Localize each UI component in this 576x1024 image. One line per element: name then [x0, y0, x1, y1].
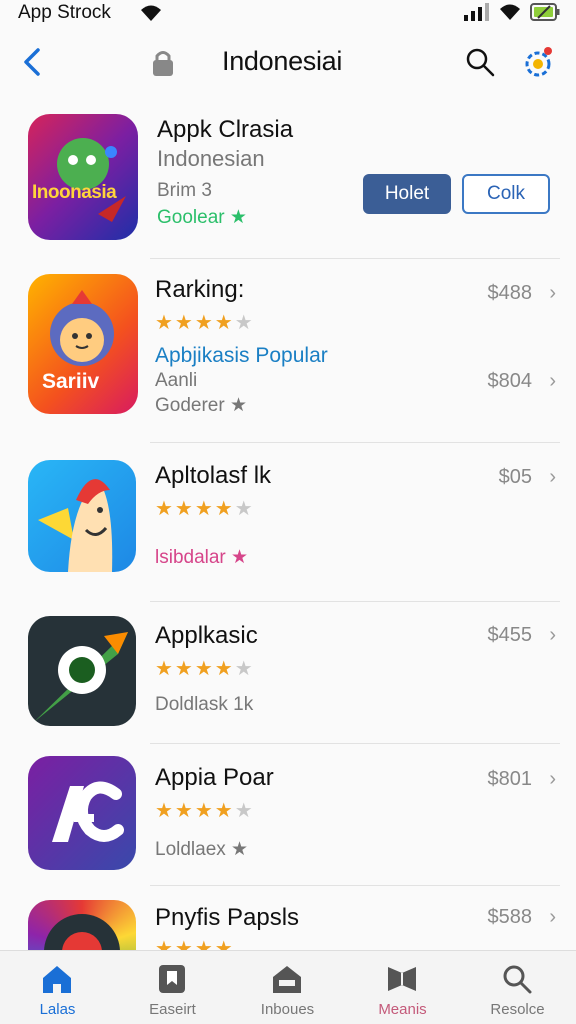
- app-title: Applkasic: [155, 622, 258, 649]
- app-title: Appia Poar: [155, 764, 274, 791]
- app-icon: [28, 756, 136, 870]
- wifi-icon: [498, 3, 522, 26]
- back-button[interactable]: [18, 44, 48, 80]
- tab-bar: Lalas Easeirt Inboues Meanis Resolce: [0, 950, 576, 1024]
- featured-app-tag: Goolear ★: [157, 207, 247, 228]
- app-developer: Aanli: [155, 370, 198, 391]
- chevron-right-icon: ›: [549, 282, 556, 304]
- app-price: $801: [487, 768, 533, 790]
- featured-app-subtitle: Indonesian: [157, 146, 265, 171]
- signal-icon: [464, 3, 490, 26]
- rating-stars: ★★★★★: [155, 312, 255, 334]
- featured-app[interactable]: Inoonasia Appk Clrasia Indonesian Brim 3…: [0, 108, 576, 258]
- list-item[interactable]: Apltolasf lk ★★★★★ lsibdalar ★ $05 ›: [0, 456, 576, 596]
- page-title: Indonesiai: [222, 46, 343, 76]
- app-icon: [28, 900, 136, 950]
- tab-search[interactable]: Resolce: [460, 951, 575, 1024]
- home-icon: [40, 963, 74, 1000]
- app-price: $488: [487, 282, 533, 304]
- navigation-bar: Indonesiai: [0, 34, 576, 90]
- tab-label: Meanis: [378, 1001, 427, 1018]
- get-button[interactable]: Holet: [363, 174, 451, 214]
- tab-label: Resolce: [490, 1001, 545, 1018]
- list-item[interactable]: Sariiv Rarking: ★★★★★ Apbjikasis Popular…: [0, 272, 576, 432]
- app-price: $05: [498, 466, 532, 488]
- app-category: Apbjikasis Popular: [155, 344, 328, 367]
- tab-inbox[interactable]: Inboues: [230, 951, 345, 1024]
- featured-app-meta: Brim 3: [157, 180, 212, 201]
- divider: [150, 743, 560, 744]
- search-button[interactable]: [464, 46, 496, 83]
- app-price-secondary: $804: [487, 370, 533, 392]
- chevron-right-icon: ›: [549, 466, 556, 488]
- lock-icon: [150, 48, 176, 83]
- rating-stars: ★★★★★: [155, 498, 255, 520]
- battery-icon: [530, 3, 560, 26]
- chevron-right-icon: ›: [549, 768, 556, 790]
- status-bar: App Strock: [0, 0, 576, 28]
- tab-label: Easeirt: [149, 1001, 196, 1018]
- tab-label: Lalas: [39, 1001, 76, 1018]
- app-title: Pnyfis Papsls: [155, 904, 300, 931]
- status-carrier: App Strock: [18, 2, 111, 23]
- open-button[interactable]: Colk: [462, 174, 550, 214]
- app-icon: [28, 460, 136, 572]
- settings-button[interactable]: [520, 44, 556, 85]
- tab-apps[interactable]: Easeirt: [115, 951, 230, 1024]
- app-category: lsibdalar ★: [155, 547, 249, 568]
- app-title: Rarking:: [155, 276, 245, 303]
- app-price: $588: [487, 906, 533, 928]
- list-item[interactable]: Appia Poar ★★★★★ Loldlaex ★ $801 ›: [0, 756, 576, 886]
- app-tag: Goderer ★: [155, 395, 248, 416]
- app-icon: [28, 616, 136, 726]
- chevron-right-icon: ›: [549, 624, 556, 646]
- rating-stars: ★★★★★: [155, 800, 255, 822]
- wifi-icon: [140, 4, 162, 27]
- list-item[interactable]: Pnyfis Papsls ★★★★ $588 ›: [0, 898, 576, 950]
- list-item[interactable]: Applkasic ★★★★★ Doldlask 1k $455 ›: [0, 614, 576, 744]
- divider: [150, 258, 560, 259]
- tab-label: Inboues: [260, 1001, 315, 1018]
- rating-stars: ★★★★★: [155, 658, 255, 680]
- rating-stars: ★★★★: [155, 938, 235, 950]
- featured-app-name: Appk Clrasia: [157, 116, 294, 143]
- chevron-right-icon: ›: [549, 370, 556, 392]
- app-title: Apltolasf lk: [155, 462, 272, 489]
- divider: [150, 442, 560, 443]
- app-developer: Doldlask 1k: [155, 694, 254, 715]
- app-price: $455: [487, 624, 533, 646]
- divider: [150, 885, 560, 886]
- status-indicators: [464, 3, 560, 26]
- apps-icon: [155, 963, 189, 1000]
- app-icon: Sariiv: [28, 274, 138, 414]
- inbox-icon: [270, 963, 304, 1000]
- chevron-right-icon: ›: [549, 906, 556, 928]
- featured-icon-text: Inoonasia: [32, 182, 117, 203]
- search-icon: [500, 963, 534, 1000]
- book-icon: [385, 963, 419, 1000]
- featured-app-icon: Inoonasia: [28, 114, 138, 240]
- app-developer: Loldlaex ★: [155, 839, 249, 860]
- divider: [150, 601, 560, 602]
- app-icon-text: Sariiv: [42, 370, 100, 393]
- tab-today[interactable]: Lalas: [0, 951, 115, 1024]
- tab-books[interactable]: Meanis: [345, 951, 460, 1024]
